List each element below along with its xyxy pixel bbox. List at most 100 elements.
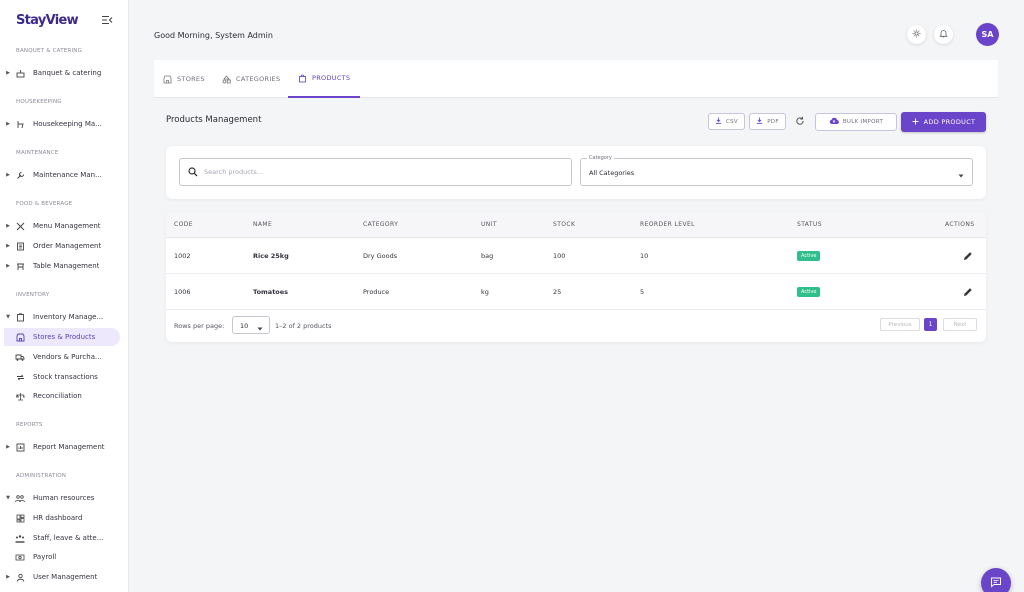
notifications-button[interactable] (934, 25, 953, 44)
category-select-value: All Categories (589, 169, 635, 177)
next-page-button[interactable]: Next (943, 318, 977, 331)
category-select[interactable]: Category All Categories (580, 155, 973, 186)
cell-unit: bag (481, 252, 494, 260)
section-banquet: BANQUET & CATERING (16, 48, 83, 54)
page-number-button[interactable]: 1 (924, 318, 937, 331)
sidebar-item-stores-products[interactable]: ▶ Stores & Products (4, 328, 120, 346)
rows-per-page-label: Rows per page: (174, 322, 225, 330)
sidebar-item-housekeeping[interactable]: ▶ Housekeeping Ma... (4, 115, 120, 133)
col-header-unit: UNIT (481, 221, 497, 228)
sidebar-item-stock-transactions[interactable]: ▶ Stock transactions (4, 368, 120, 386)
export-pdf-button[interactable]: PDF (749, 113, 786, 130)
previous-page-button[interactable]: Previous (880, 318, 920, 331)
table-row[interactable]: 1006 Tomatoes Produce kg 25 5 Active (166, 274, 986, 310)
sidebar-item-maintenance[interactable]: ▶ Maintenance Man... (4, 166, 120, 184)
rows-per-page-select[interactable]: 10 (232, 316, 270, 334)
sidebar-item-staff-leave[interactable]: ▶ Staff, leave & atte... (4, 529, 120, 547)
sidebar-item-label: Banquet & catering (33, 69, 102, 77)
export-pdf-label: PDF (767, 118, 779, 125)
clipboard-icon (14, 312, 26, 322)
wrench-icon (14, 170, 26, 180)
tab-products[interactable]: PRODUCTS (288, 60, 361, 98)
sidebar-item-label: Housekeeping Ma... (33, 120, 102, 128)
sidebar-item-reconciliation[interactable]: ▶ Reconciliation (4, 387, 120, 405)
chevron-down-icon (958, 171, 964, 180)
sidebar-item-vendors[interactable]: ▶ Vendors & Purcha... (4, 348, 120, 366)
export-csv-button[interactable]: CSV (708, 113, 745, 130)
collapse-sidebar-icon[interactable] (101, 15, 113, 25)
tab-stores[interactable]: STORES (163, 60, 205, 98)
cell-name: Tomatoes (253, 288, 289, 296)
sidebar-item-inventory[interactable]: ▼ Inventory Manage... (4, 308, 120, 326)
tab-bar: STORES CATEGORIES PRODUCTS (154, 60, 998, 98)
sidebar-item-menu[interactable]: ▶ Menu Management (4, 217, 120, 235)
sidebar-item-human-resources[interactable]: ▼ Human resources (4, 489, 120, 507)
group-icon (14, 533, 26, 543)
sidebar-item-user-management[interactable]: ▶ User Management (4, 568, 120, 586)
cell-reorder: 10 (640, 252, 649, 260)
tab-label: STORES (177, 75, 205, 83)
utensils-icon (14, 221, 26, 231)
cell-name: Rice 25kg (253, 252, 289, 260)
pencil-icon (963, 287, 973, 299)
sidebar-item-label: Payroll (33, 553, 57, 561)
chevron-down-icon (257, 324, 263, 333)
refresh-icon (795, 116, 805, 128)
category-select-label: Category (587, 155, 614, 161)
logo-view: View (45, 13, 79, 28)
refresh-button[interactable] (793, 115, 807, 129)
app-logo[interactable]: StayView (16, 13, 79, 28)
cloud-upload-icon (829, 117, 839, 127)
sidebar-item-label: Order Management (33, 242, 102, 250)
edit-button[interactable] (962, 287, 973, 298)
store-icon (14, 332, 26, 342)
expand-caret-icon: ▶ (6, 172, 10, 178)
sidebar-item-banquet[interactable]: ▶ Banquet & catering (4, 64, 120, 82)
export-csv-label: CSV (726, 118, 738, 125)
status-badge: Active (797, 251, 821, 261)
collapse-caret-icon: ▼ (6, 314, 10, 320)
sidebar-item-label: User Management (33, 573, 98, 581)
sun-icon (912, 29, 921, 40)
theme-toggle-button[interactable] (907, 25, 926, 44)
sidebar-item-tables[interactable]: ▶ Table Management (4, 257, 120, 275)
search-field[interactable] (179, 158, 572, 186)
report-icon (14, 442, 26, 452)
col-header-status: STATUS (797, 221, 822, 228)
status-badge: Active (797, 287, 821, 297)
section-maintenance: MAINTENANCE (16, 150, 59, 156)
table-row[interactable]: 1002 Rice 25kg Dry Goods bag 100 10 Acti… (166, 238, 986, 274)
shopping-bag-icon (298, 74, 307, 83)
search-input[interactable] (204, 168, 564, 176)
cell-code: 1002 (174, 252, 191, 260)
sidebar: StayView BANQUET & CATERING ▶ Banquet & … (0, 0, 129, 592)
sidebar-item-label: Report Management (33, 443, 105, 451)
store-icon (163, 75, 172, 84)
sidebar-item-payroll[interactable]: ▶ Payroll (4, 548, 120, 566)
cell-unit: kg (481, 288, 489, 296)
edit-button[interactable] (962, 251, 973, 262)
sidebar-item-label: Staff, leave & atte... (33, 534, 104, 542)
sidebar-item-label: Stock transactions (33, 373, 98, 381)
money-icon (14, 552, 26, 562)
chat-button[interactable] (981, 568, 1011, 592)
cell-code: 1006 (174, 288, 191, 296)
bell-icon (939, 29, 948, 40)
sidebar-item-reports[interactable]: ▶ Report Management (4, 438, 120, 456)
sidebar-item-hr-dashboard[interactable]: ▶ HR dashboard (4, 509, 120, 527)
tab-categories[interactable]: CATEGORIES (222, 60, 280, 98)
add-product-button[interactable]: ADD PRODUCT (901, 112, 986, 132)
col-header-stock: STOCK (553, 221, 576, 228)
pencil-icon (963, 251, 973, 263)
bulk-import-label: BULK IMPORT (842, 119, 884, 125)
rows-per-page-value: 10 (240, 322, 249, 330)
logo-stay: Stay (16, 13, 46, 28)
section-housekeeping: HOUSEKEEPING (16, 99, 62, 105)
avatar[interactable]: SA (976, 23, 999, 46)
sidebar-item-label: Stores & Products (33, 333, 96, 341)
sidebar-item-orders[interactable]: ▶ Order Management (4, 237, 120, 255)
bulk-import-button[interactable]: BULK IMPORT (815, 113, 897, 131)
download-icon (715, 117, 722, 126)
truck-icon (14, 352, 26, 362)
search-icon (188, 167, 198, 177)
